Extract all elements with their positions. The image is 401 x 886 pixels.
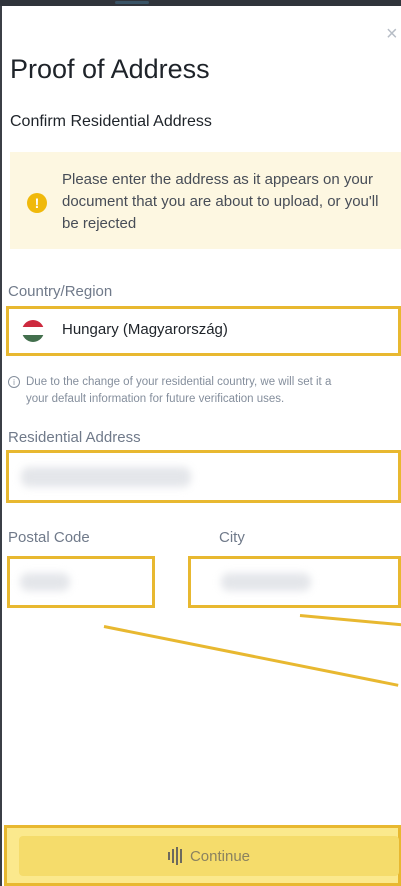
city-input[interactable] [188, 556, 401, 608]
continue-button[interactable]: Continue [19, 836, 399, 876]
continue-button-highlight: Continue [4, 825, 401, 886]
warning-notice: ! Please enter the address as it appears… [10, 152, 401, 249]
postal-code-input[interactable] [7, 556, 155, 608]
info-line-2: your default information for future veri… [26, 393, 285, 405]
city-label: City [219, 529, 245, 546]
hungary-flag-icon [22, 320, 44, 342]
warning-text: Please enter the address as it appears o… [62, 171, 379, 232]
close-icon[interactable]: × [386, 24, 398, 44]
country-label: Country/Region [8, 283, 113, 300]
continue-label: Continue [189, 847, 251, 865]
redacted-address [21, 467, 191, 487]
warning-icon: ! [27, 193, 47, 213]
residential-address-label: Residential Address [8, 429, 141, 446]
info-text: Due to the change of your residential co… [26, 374, 401, 408]
top-bar-accent [115, 1, 149, 4]
info-line-1: Due to the change of your residential co… [26, 376, 332, 388]
country-select[interactable]: Hungary (Magyarország) [6, 306, 401, 356]
residential-address-input[interactable] [6, 450, 401, 503]
proof-of-address-panel: × Proof of Address Confirm Residential A… [0, 6, 401, 886]
page-title: Proof of Address [10, 54, 210, 84]
redacted-postal-code [20, 573, 70, 591]
info-icon: i [8, 376, 20, 388]
postal-code-label: Postal Code [8, 529, 90, 546]
page-subtitle: Confirm Residential Address [10, 113, 212, 130]
loading-bars-icon [167, 847, 182, 865]
redacted-city [221, 573, 311, 591]
country-value: Hungary (Magyarország) [62, 321, 228, 338]
